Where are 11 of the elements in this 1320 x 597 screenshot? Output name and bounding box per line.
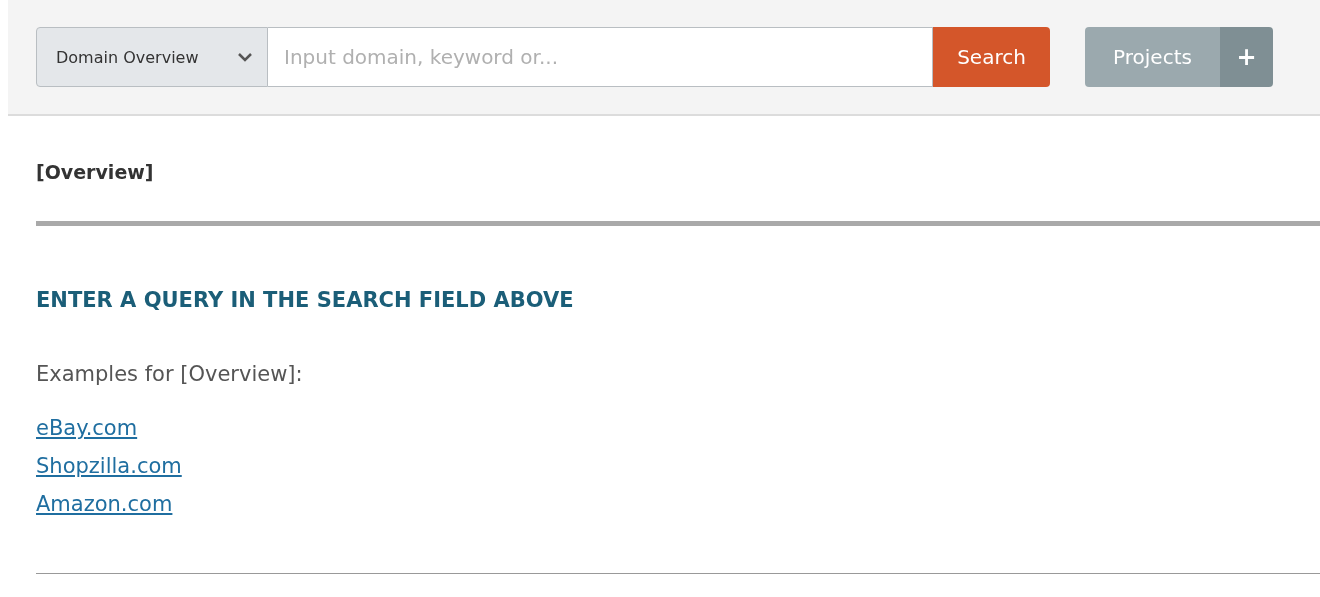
- search-field[interactable]: Input domain, keyword or...: [268, 27, 933, 87]
- example-link[interactable]: eBay.com: [36, 416, 138, 440]
- example-link[interactable]: Amazon.com: [36, 492, 173, 516]
- example-link[interactable]: Shopzilla.com: [36, 454, 182, 478]
- section-title: [Overview]: [36, 161, 155, 183]
- examples-label: Examples for [Overview]:: [36, 362, 304, 386]
- heading: ENTER A QUERY IN THE SEARCH FIELD ABOVE: [36, 288, 575, 312]
- chevron-down-icon: [237, 52, 253, 62]
- add-button[interactable]: +: [1220, 27, 1273, 87]
- search-button[interactable]: Search: [933, 27, 1050, 87]
- mode-dropdown[interactable]: Domain Overview: [36, 27, 268, 87]
